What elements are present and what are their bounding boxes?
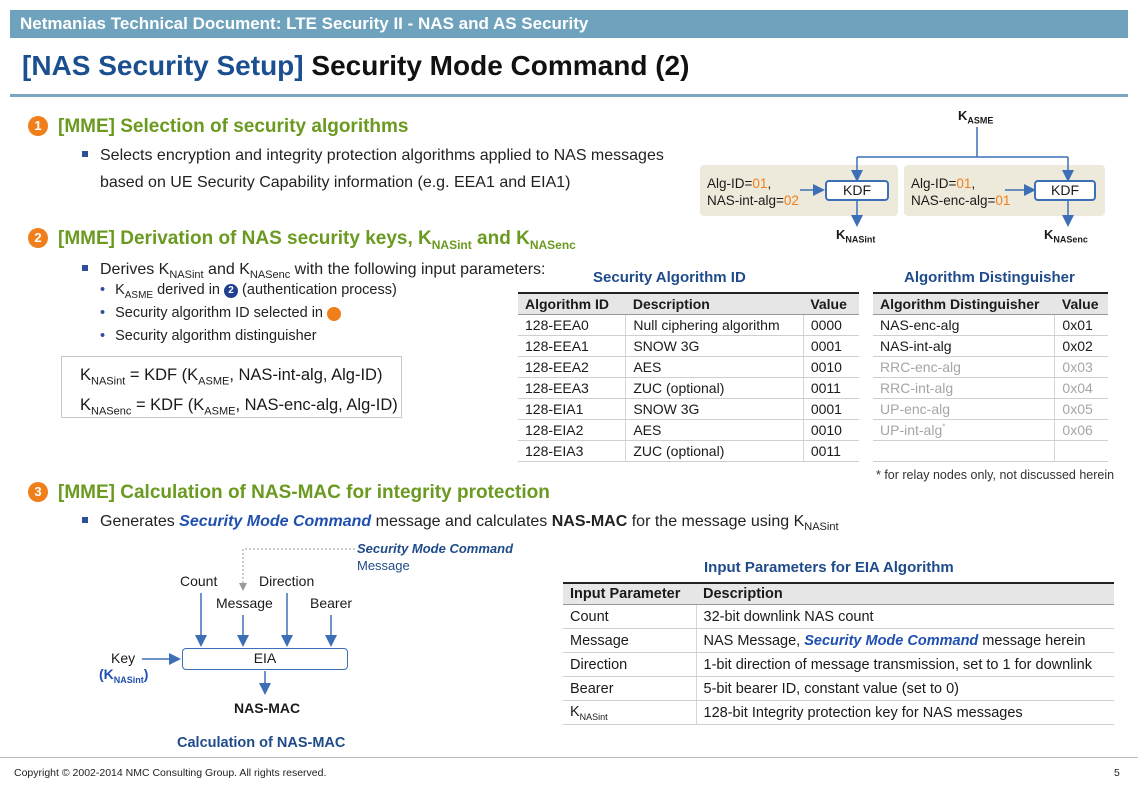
section-3-heading: 3 [MME] Calculation of NAS-MAC for integr… — [28, 482, 550, 504]
eia-box: EIA — [182, 648, 348, 670]
kdf-right-inputs: Alg-ID=01, NAS-enc-alg=01 — [911, 176, 1011, 208]
kdf-box-left: KDF — [825, 180, 889, 201]
kasme-label: KASME — [958, 108, 994, 126]
table-row: 128-EEA0 Null ciphering algorithm 0000 — [518, 314, 859, 336]
knasint-output-label: KNASint — [836, 227, 876, 245]
smc-label: Security Mode Command — [357, 541, 514, 556]
page-number: 5 — [1114, 767, 1120, 779]
section-3-bullet: Generates Security Mode Command message … — [82, 508, 839, 541]
number-3-icon: 3 — [28, 482, 48, 502]
knasenc-output-label: KNASenc — [1044, 227, 1088, 245]
table-row: 128-EEA1 SNOW 3G 0001 — [518, 335, 859, 357]
table-row: Direction 1-bit direction of message tran… — [563, 652, 1114, 677]
algorithm-distinguisher-table: Algorithm Distinguisher Value NAS-enc-al… — [873, 292, 1108, 462]
table-row: 128-EIA2 AES 0010 — [518, 419, 859, 441]
table-header-row: Algorithm ID Description Value — [518, 292, 859, 315]
eia-diagram-caption: Calculation of NAS-MAC — [177, 735, 346, 751]
key-label: Key — [111, 650, 136, 666]
smc-message-label: Message — [357, 558, 410, 573]
table-row: 128-EIA3 ZUC (optional) 0011 — [518, 440, 859, 462]
table-row: Message NAS Message, Security Mode Comman… — [563, 628, 1114, 653]
table-row: NAS-int-alg 0x02 — [873, 335, 1108, 357]
bearer-label: Bearer — [310, 595, 353, 611]
table-row: RRC-int-alg 0x04 — [873, 377, 1108, 399]
key-knasint-label: (KNASint) — [99, 666, 149, 685]
table-header-row: Input Parameter Description — [563, 582, 1114, 605]
table-row-empty — [873, 440, 1108, 462]
eia-input-parameters-table: Input Parameter Description Count 32-bit … — [563, 582, 1114, 725]
table-row: UP-enc-alg 0x05 — [873, 398, 1108, 420]
table-row: Bearer 5-bit bearer ID, constant value (s… — [563, 676, 1114, 701]
direction-label: Direction — [259, 573, 315, 589]
table-row: 128-EEA2 AES 0010 — [518, 356, 859, 378]
security-algorithm-table: Algorithm ID Description Value 128-EEA0 N… — [518, 292, 859, 462]
dist-table-caption: Algorithm Distinguisher — [904, 269, 1075, 286]
table-row: Count 32-bit downlink NAS count — [563, 604, 1114, 629]
eia-table-caption: Input Parameters for EIA Algorithm — [704, 559, 954, 576]
table-header-row: Algorithm Distinguisher Value — [873, 292, 1108, 315]
table-row: NAS-enc-alg 0x01 — [873, 314, 1108, 336]
kdf-box-right: KDF — [1034, 180, 1096, 201]
table-row: 128-EEA3 ZUC (optional) 0011 — [518, 377, 859, 399]
square-bullet-icon — [82, 517, 88, 523]
kdf-left-inputs: Alg-ID=01, NAS-int-alg=02 — [707, 176, 799, 208]
count-label: Count — [180, 573, 218, 589]
message-label: Message — [216, 595, 273, 611]
relay-note: * for relay nodes only, not discussed he… — [876, 468, 1115, 482]
nas-mac-label: NAS-MAC — [234, 700, 301, 716]
footer-rule — [0, 757, 1138, 758]
table-row: 128-EIA1 SNOW 3G 0001 — [518, 398, 859, 420]
table-row: RRC-enc-alg 0x03 — [873, 356, 1108, 378]
table-row: KNASint 128-bit Integrity protection key … — [563, 700, 1114, 725]
table-row: UP-int-alg* 0x06 — [873, 419, 1108, 441]
alg-table-caption: Security Algorithm ID — [593, 269, 746, 286]
copyright: Copyright © 2002-2014 NMC Consulting Gro… — [14, 767, 327, 779]
